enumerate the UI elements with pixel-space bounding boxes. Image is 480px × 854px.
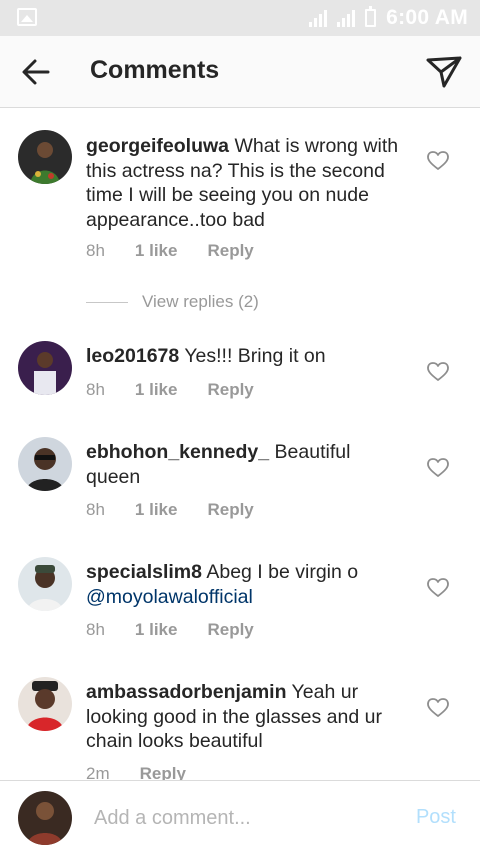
avatar[interactable] [18, 557, 72, 611]
comment-text: ebhohon_kennedy_ Beautiful queen [86, 440, 406, 489]
direct-send-icon[interactable] [424, 52, 464, 92]
comment-username[interactable]: specialslim8 [86, 561, 202, 583]
comment-text: ambassadorbenjamin Yeah ur looking good … [86, 680, 406, 754]
comment-composer: Post [0, 780, 480, 854]
divider [86, 301, 128, 303]
view-replies-label: View replies (2) [142, 292, 259, 311]
comment-likes[interactable]: 1 like [135, 620, 178, 640]
comment-likes[interactable]: 1 like [135, 241, 178, 261]
mention-link[interactable]: @moyolawalofficial [86, 586, 253, 608]
comment-time: 8h [86, 500, 105, 519]
current-user-avatar [18, 791, 72, 845]
comment-text: georgeifeoluwa What is wrong with this a… [86, 134, 406, 232]
comment-likes[interactable]: 1 like [135, 500, 178, 520]
header-bar: Comments [0, 36, 480, 108]
status-icons: 6:00 AM [309, 6, 468, 30]
status-bar: 6:00 AM [0, 0, 480, 36]
comment-username[interactable]: ebhohon_kennedy_ [86, 441, 269, 463]
image-notification-icon [17, 8, 37, 26]
heart-icon[interactable] [427, 578, 449, 598]
comment-time: 8h [86, 241, 105, 260]
comment-body: Abeg I be virgin o [202, 561, 359, 583]
comment-username[interactable]: ambassadorbenjamin [86, 681, 286, 703]
page-title: Comments [90, 56, 220, 84]
comment-username[interactable]: georgeifeoluwa [86, 135, 229, 157]
reply-button[interactable]: Reply [207, 500, 253, 520]
battery-icon [365, 6, 377, 27]
comment-username[interactable]: leo201678 [86, 345, 179, 367]
heart-icon[interactable] [427, 458, 449, 478]
post-button[interactable]: Post [416, 806, 456, 829]
comment-time: 2m [86, 764, 110, 780]
heart-icon[interactable] [427, 362, 449, 382]
comments-list: georgeifeoluwa What is wrong with this a… [0, 108, 480, 780]
comment-text: specialslim8 Abeg I be virgin o @moyolaw… [86, 560, 406, 609]
avatar[interactable] [18, 130, 72, 184]
signal-icon [309, 9, 328, 27]
back-arrow-icon[interactable] [18, 54, 54, 90]
comment-time: 8h [86, 620, 105, 639]
comment-meta: 2m Reply [86, 764, 216, 780]
heart-icon[interactable] [427, 698, 449, 718]
avatar[interactable] [18, 437, 72, 491]
reply-button[interactable]: Reply [207, 380, 253, 400]
comment-body: Yes!!! Bring it on [179, 345, 326, 367]
comment-likes[interactable]: 1 like [135, 380, 178, 400]
status-time: 6:00 AM [386, 6, 468, 29]
comment-text: leo201678 Yes!!! Bring it on [86, 344, 406, 369]
comment-meta: 8h 1 like Reply [86, 380, 284, 400]
reply-button[interactable]: Reply [207, 620, 253, 640]
comment-meta: 8h 1 like Reply [86, 241, 284, 261]
avatar[interactable] [18, 677, 72, 731]
view-replies-button[interactable]: View replies (2) [86, 292, 259, 312]
comment-time: 8h [86, 380, 105, 399]
heart-icon[interactable] [427, 151, 449, 171]
comment-meta: 8h 1 like Reply [86, 500, 284, 520]
reply-button[interactable]: Reply [140, 764, 186, 780]
comment-input[interactable] [94, 803, 394, 833]
avatar[interactable] [18, 341, 72, 395]
signal-icon-2 [337, 9, 356, 27]
reply-button[interactable]: Reply [207, 241, 253, 261]
comment-meta: 8h 1 like Reply [86, 620, 284, 640]
